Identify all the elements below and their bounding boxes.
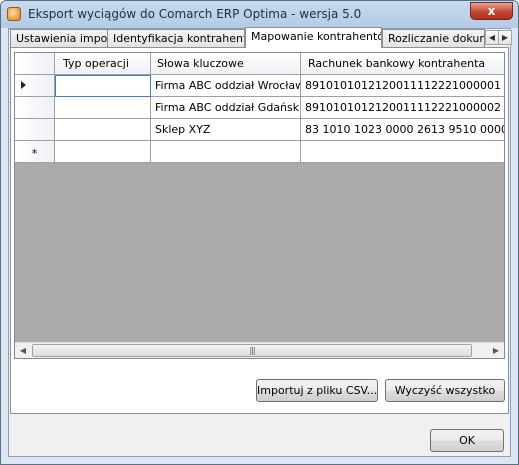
row-header[interactable]: * bbox=[15, 141, 55, 163]
chevron-left-icon: ◀ bbox=[488, 33, 496, 42]
cell-rachunek[interactable]: 89101010121200111122210000​02 bbox=[301, 97, 504, 119]
tab-label: Ustawienia importu bbox=[16, 32, 108, 45]
tab-rozliczanie-dokumentow[interactable]: Rozliczanie dokume bbox=[382, 29, 485, 48]
tab-ustawienia-importu[interactable]: Ustawienia importu bbox=[10, 29, 108, 48]
mapping-grid[interactable]: Typ operacji Słowa kluczowe Rachunek ban… bbox=[14, 52, 505, 359]
client-area: Ustawienia importu Identyfikacja kontrah… bbox=[8, 27, 512, 457]
column-header-typ-operacji[interactable]: Typ operacji bbox=[55, 53, 151, 75]
row-header[interactable] bbox=[15, 97, 55, 119]
cell-rachunek[interactable]: 89101010121200111122210000​01 bbox=[301, 75, 504, 97]
cell-rachunek[interactable] bbox=[301, 141, 504, 163]
chevron-right-icon: ▶ bbox=[501, 33, 509, 42]
cell-slowa-kluczowe[interactable]: Firma ABC oddział Gdańsk bbox=[151, 97, 301, 119]
cell-typ-operacji[interactable] bbox=[55, 97, 151, 119]
cell-slowa-kluczowe[interactable]: Firma ABC oddział Wrocław bbox=[151, 75, 301, 97]
cell-typ-operacji[interactable] bbox=[55, 75, 151, 97]
tab-label: Mapowanie kontrahentów bbox=[251, 30, 382, 43]
tab-label: Rozliczanie dokume bbox=[388, 32, 484, 45]
cell-typ-operacji[interactable] bbox=[55, 119, 151, 141]
row-header[interactable] bbox=[15, 119, 55, 141]
tab-scroll-left-button[interactable]: ◀ bbox=[485, 30, 499, 45]
current-row-arrow-icon bbox=[21, 81, 26, 89]
close-icon: x bbox=[487, 4, 496, 18]
new-row-marker: * bbox=[31, 147, 38, 160]
title-bar[interactable]: Eksport wyciągów do Comarch ERP Optima -… bbox=[1, 1, 518, 28]
tab-label: Identyfikacja kontrahentów bbox=[113, 32, 244, 45]
tab-scroll-right-button[interactable]: ▶ bbox=[498, 30, 512, 45]
cell-rachunek[interactable]: 83 1010 1023 0000 2613 9510 0000 bbox=[301, 119, 504, 141]
row-header[interactable] bbox=[15, 75, 55, 97]
grid-corner-header[interactable] bbox=[15, 53, 55, 75]
close-button[interactable]: x bbox=[470, 2, 513, 20]
main-window: Eksport wyciągów do Comarch ERP Optima -… bbox=[0, 0, 519, 465]
scroll-left-arrow-icon[interactable]: ◀ bbox=[15, 343, 31, 358]
app-icon bbox=[7, 7, 21, 21]
tab-mapowanie-kontrahentow[interactable]: Mapowanie kontrahentów bbox=[245, 27, 382, 48]
tab-page-mapowanie: Typ operacji Słowa kluczowe Rachunek ban… bbox=[10, 47, 509, 414]
horizontal-scrollbar[interactable]: ◀ ||| ▶ bbox=[15, 342, 504, 358]
tab-identyfikacja-kontrahentow[interactable]: Identyfikacja kontrahentów bbox=[107, 29, 245, 48]
ok-button[interactable]: OK bbox=[430, 429, 504, 452]
scrollbar-thumb[interactable]: ||| bbox=[32, 344, 472, 357]
column-header-slowa-kluczowe[interactable]: Słowa kluczowe bbox=[151, 53, 301, 75]
clear-all-button[interactable]: Wyczyść wszystko bbox=[385, 379, 505, 402]
cell-typ-operacji[interactable] bbox=[55, 141, 151, 163]
cell-slowa-kluczowe[interactable]: Sklep XYZ bbox=[151, 119, 301, 141]
cell-slowa-kluczowe[interactable] bbox=[151, 141, 301, 163]
column-header-rachunek-bankowy[interactable]: Rachunek bankowy kontrahenta bbox=[301, 53, 504, 75]
window-title: Eksport wyciągów do Comarch ERP Optima -… bbox=[28, 7, 362, 21]
grip-icon: ||| bbox=[249, 346, 255, 355]
import-csv-button[interactable]: Importuj z pliku CSV... bbox=[256, 379, 378, 402]
scroll-right-arrow-icon[interactable]: ▶ bbox=[488, 343, 504, 358]
